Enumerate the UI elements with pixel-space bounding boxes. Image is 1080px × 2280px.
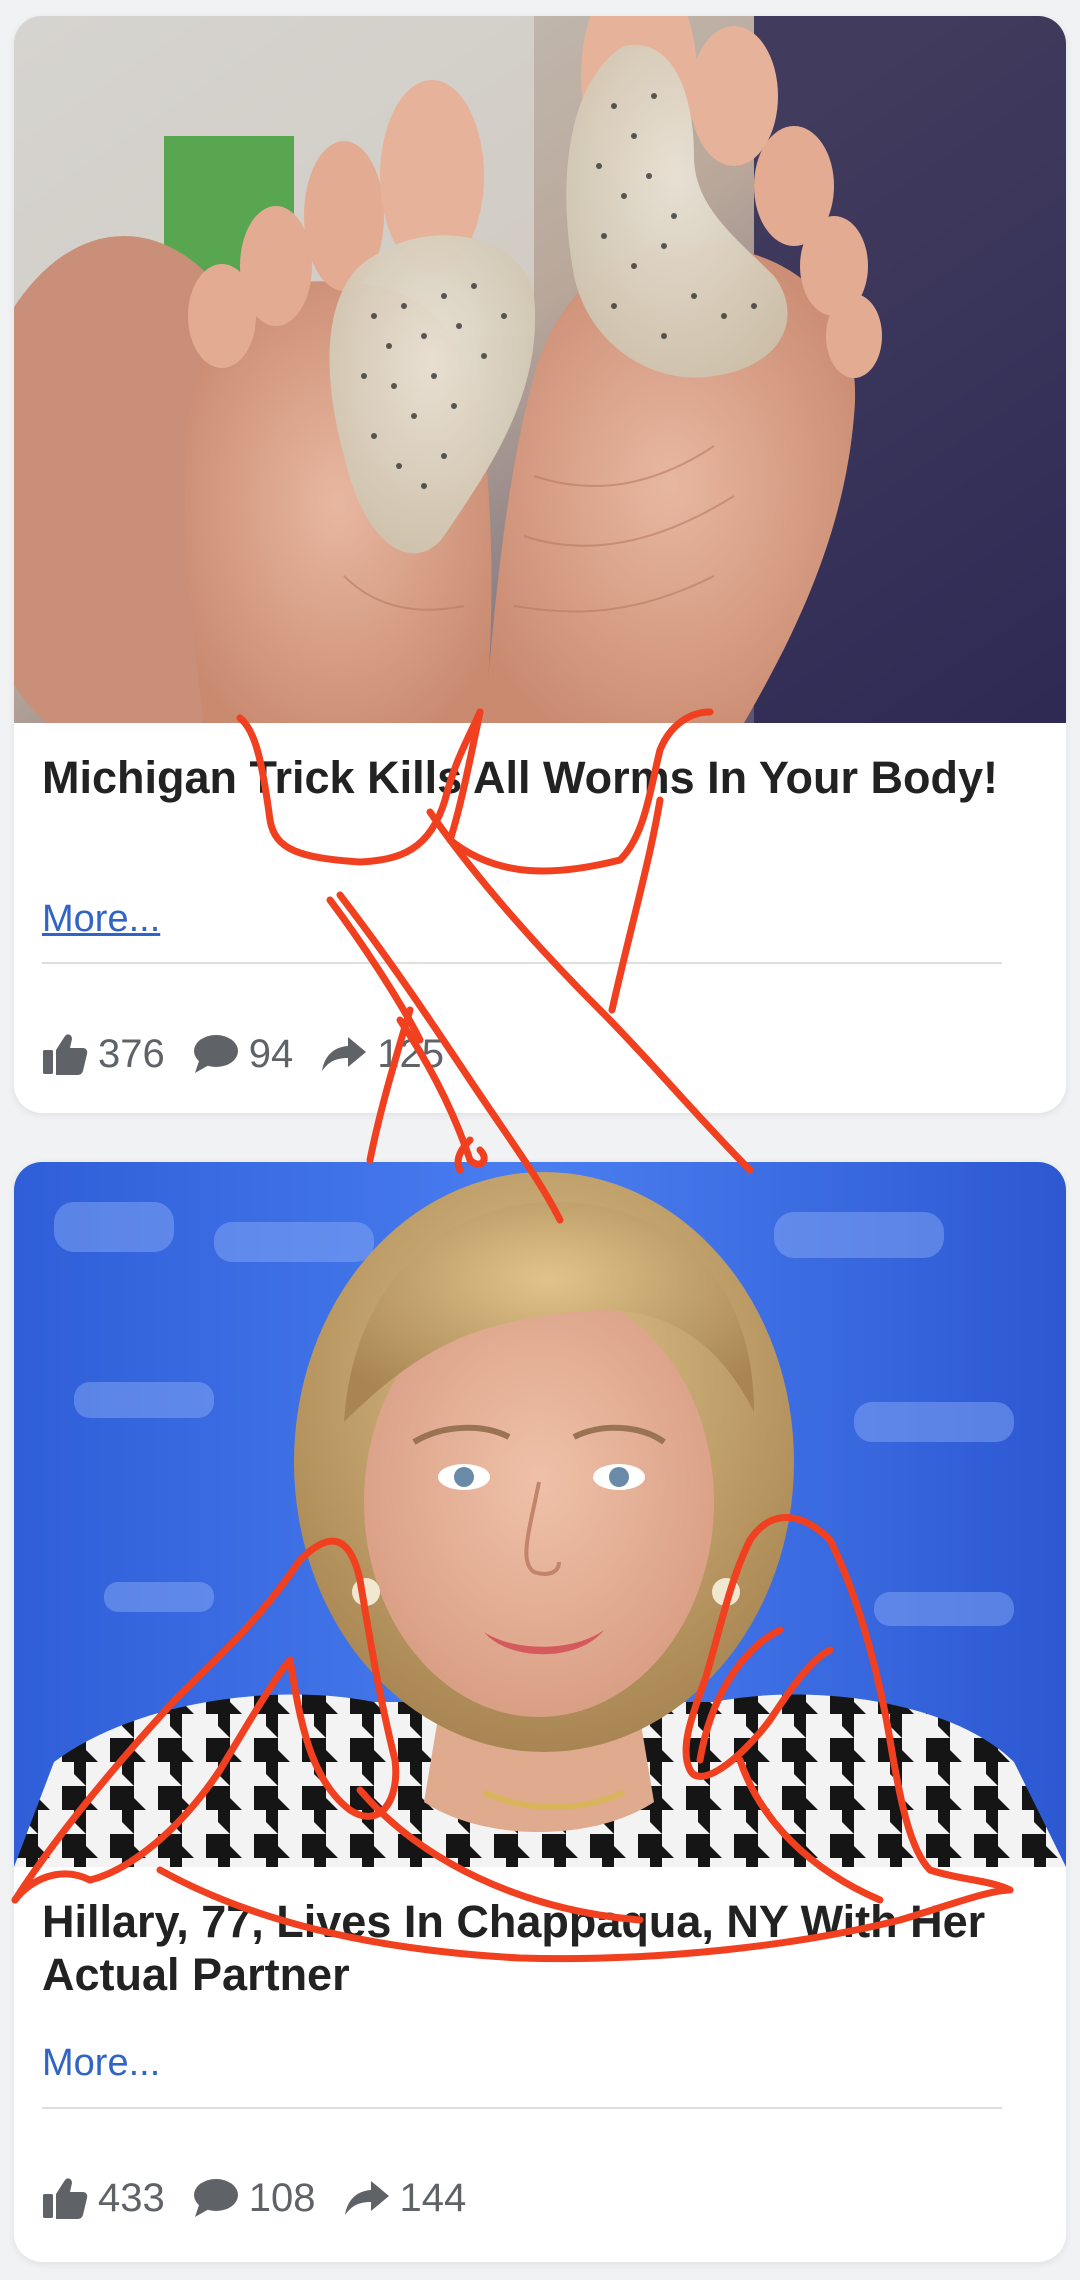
like-stat[interactable]: 376 bbox=[42, 1032, 165, 1077]
engagement-stats: 433 108 144 bbox=[42, 2170, 494, 2226]
thumbs-up-icon bbox=[42, 1032, 88, 1076]
likes-count: 376 bbox=[98, 1031, 165, 1076]
likes-count: 433 bbox=[98, 2175, 165, 2220]
article-title[interactable]: Hillary, 77, Lives In Chappaqua, NY With… bbox=[42, 1895, 1032, 2001]
share-stat[interactable]: 125 bbox=[321, 1032, 444, 1077]
speech-bubble-icon bbox=[193, 1034, 239, 1074]
article-title[interactable]: Michigan Trick Kills All Worms In Your B… bbox=[42, 751, 1032, 804]
divider bbox=[42, 962, 1002, 964]
comment-stat[interactable]: 108 bbox=[193, 2176, 316, 2221]
comments-count: 94 bbox=[248, 1031, 294, 1076]
more-link[interactable]: More... bbox=[42, 2042, 160, 2085]
article-card-2[interactable]: Hillary, 77, Lives In Chappaqua, NY With… bbox=[14, 1162, 1066, 2262]
portrait-photo-illustration bbox=[14, 1162, 1066, 1867]
shares-count: 144 bbox=[399, 2175, 467, 2220]
article-card-1[interactable]: Michigan Trick Kills All Worms In Your B… bbox=[14, 16, 1066, 1113]
shares-count: 125 bbox=[377, 1031, 444, 1076]
speech-bubble-icon bbox=[193, 2178, 239, 2218]
engagement-stats: 376 94 125 bbox=[42, 1026, 472, 1082]
feet-photo-illustration bbox=[14, 16, 1066, 723]
comments-count: 108 bbox=[248, 2175, 316, 2220]
comment-stat[interactable]: 94 bbox=[193, 1031, 294, 1077]
share-arrow-icon bbox=[344, 2180, 390, 2216]
more-link[interactable]: More... bbox=[42, 898, 160, 941]
article-image-portrait[interactable] bbox=[14, 1162, 1066, 1867]
thumbs-up-icon bbox=[42, 2176, 88, 2220]
article-image-feet[interactable] bbox=[14, 16, 1066, 723]
divider bbox=[42, 2107, 1002, 2109]
share-arrow-icon bbox=[321, 1036, 367, 1072]
share-stat[interactable]: 144 bbox=[344, 2175, 467, 2221]
like-stat[interactable]: 433 bbox=[42, 2176, 165, 2221]
